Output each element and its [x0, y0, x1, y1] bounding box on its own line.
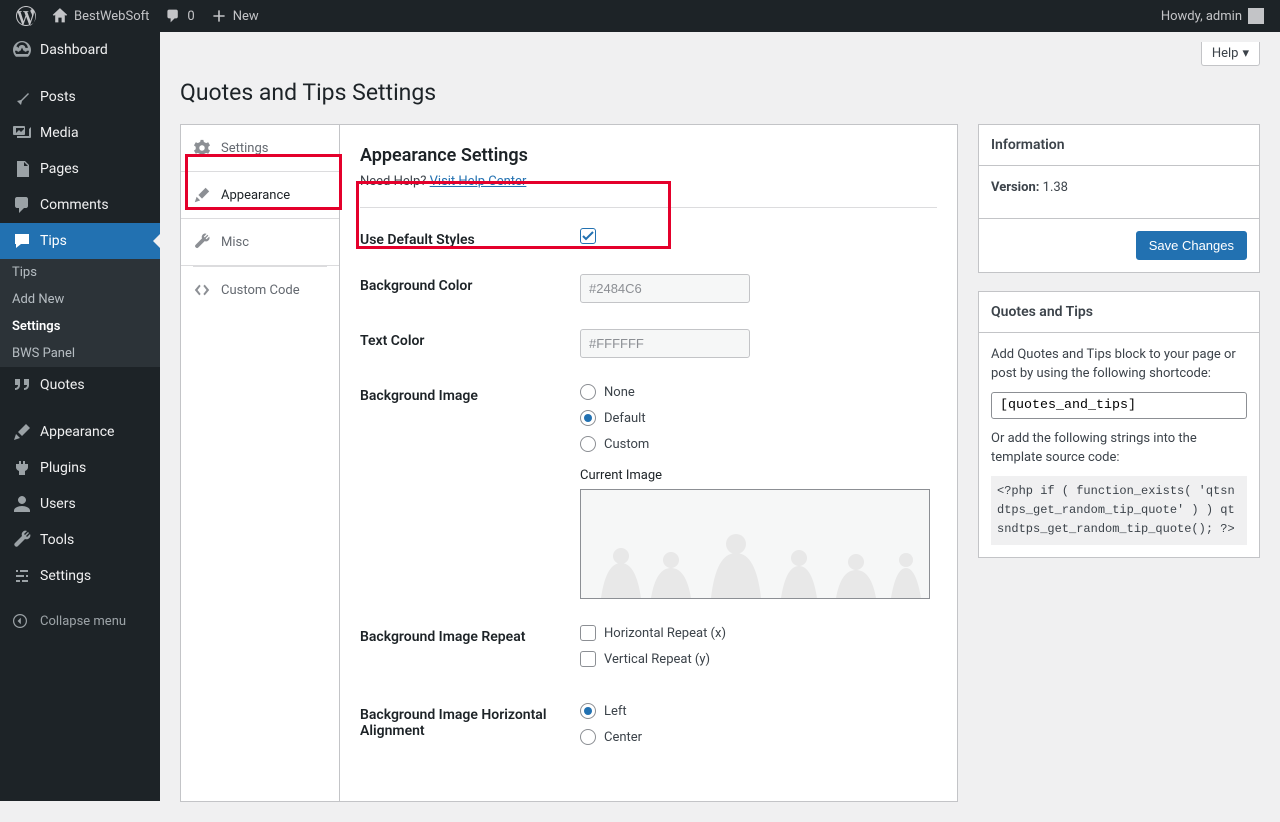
checkbox-repeat-h[interactable]: Horizontal Repeat (x) — [580, 625, 937, 641]
radio-bgimg-custom[interactable]: Custom — [580, 436, 937, 452]
new-content-link[interactable]: New — [203, 0, 267, 32]
need-help: Need Help? Visit Help Center — [360, 174, 937, 189]
dashboard-icon — [12, 40, 32, 60]
menu-tools[interactable]: Tools — [0, 522, 160, 558]
label-use-default-styles: Use Default Styles — [360, 228, 580, 248]
wp-logo[interactable] — [8, 0, 44, 32]
radio-bgimg-default[interactable]: Default — [580, 410, 937, 426]
submenu-settings[interactable]: Settings — [0, 313, 160, 340]
tab-misc[interactable]: Misc — [181, 219, 339, 266]
postbox-information: Information Version: 1.38 Save Changes — [978, 124, 1260, 273]
menu-settings[interactable]: Settings — [0, 558, 160, 594]
gear-icon — [193, 139, 211, 157]
collapse-icon — [12, 613, 32, 629]
php-code-block: <?php if ( function_exists( 'qtsndtps_ge… — [991, 476, 1247, 546]
wrench-icon — [12, 530, 32, 550]
plugin-icon — [12, 458, 32, 478]
chevron-down-icon: ▾ — [1242, 46, 1249, 61]
checkbox-repeat-v[interactable]: Vertical Repeat (y) — [580, 651, 937, 667]
new-label: New — [233, 9, 259, 24]
site-home-link[interactable]: BestWebSoft — [44, 0, 157, 32]
qt-intro: Add Quotes and Tips block to your page o… — [991, 345, 1247, 384]
menu-plugins[interactable]: Plugins — [0, 450, 160, 486]
submenu-add-new[interactable]: Add New — [0, 286, 160, 313]
postbox-qt-title: Quotes and Tips — [979, 292, 1259, 333]
pin-icon — [12, 87, 32, 107]
comment-icon — [12, 195, 32, 215]
howdy-text: Howdy, admin — [1161, 9, 1242, 24]
sliders-icon — [12, 566, 32, 586]
plus-icon — [211, 8, 227, 24]
avatar — [1248, 8, 1264, 24]
menu-quotes[interactable]: Quotes — [0, 367, 160, 403]
postbox-info-title: Information — [979, 125, 1259, 166]
site-name: BestWebSoft — [74, 9, 149, 24]
page-icon — [12, 159, 32, 179]
comment-icon — [165, 8, 181, 24]
tab-custom-code[interactable]: Custom Code — [181, 267, 339, 313]
menu-users[interactable]: Users — [0, 486, 160, 522]
submenu-bws-panel[interactable]: BWS Panel — [0, 340, 160, 367]
label-current-image: Current Image — [580, 468, 937, 483]
user-icon — [12, 494, 32, 514]
tips-icon — [12, 231, 32, 251]
shortcode-input[interactable] — [991, 392, 1247, 419]
menu-appearance[interactable]: Appearance — [0, 414, 160, 450]
submenu-tips: Tips Add New Settings BWS Panel — [0, 259, 160, 367]
input-text-color[interactable] — [580, 329, 750, 358]
label-text-color: Text Color — [360, 329, 580, 349]
checkbox-use-default-styles[interactable] — [580, 228, 596, 244]
submenu-tips-all[interactable]: Tips — [0, 259, 160, 286]
help-tab[interactable]: Help ▾ — [1201, 42, 1260, 66]
save-button[interactable]: Save Changes — [1136, 231, 1247, 260]
account-link[interactable]: Howdy, admin — [1153, 0, 1272, 32]
label-bg-repeat: Background Image Repeat — [360, 625, 580, 645]
qt-or-text: Or add the following strings into the te… — [991, 429, 1247, 468]
label-background-color: Background Color — [360, 274, 580, 294]
menu-comments[interactable]: Comments — [0, 187, 160, 223]
code-icon — [193, 281, 211, 299]
media-icon — [12, 123, 32, 143]
tab-appearance[interactable]: Appearance — [181, 172, 339, 219]
radio-bgimg-none[interactable]: None — [580, 384, 937, 400]
settings-tabs: Settings Appearance Misc Custom Code — [180, 124, 340, 802]
menu-pages[interactable]: Pages — [0, 151, 160, 187]
comments-link[interactable]: 0 — [157, 0, 202, 32]
comments-count: 0 — [187, 9, 194, 24]
image-preview — [580, 489, 930, 599]
check-icon — [582, 230, 594, 242]
brush-icon — [12, 422, 32, 442]
admin-sidebar: Dashboard Posts Media Pages Comments Tip… — [0, 32, 160, 801]
menu-dashboard[interactable]: Dashboard — [0, 32, 160, 68]
help-center-link[interactable]: Visit Help Center — [430, 174, 527, 189]
menu-posts[interactable]: Posts — [0, 79, 160, 115]
postbox-quotes-tips: Quotes and Tips Add Quotes and Tips bloc… — [978, 291, 1260, 559]
radio-align-left[interactable]: Left — [580, 703, 937, 719]
menu-tips[interactable]: Tips — [0, 223, 160, 259]
label-bg-align-h: Background Image Horizontal Alignment — [360, 703, 580, 739]
quote-icon — [12, 375, 32, 395]
home-icon — [52, 8, 68, 24]
collapse-menu[interactable]: Collapse menu — [0, 605, 160, 637]
tab-settings[interactable]: Settings — [181, 125, 339, 172]
settings-panel: Appearance Settings Need Help? Visit Hel… — [340, 124, 958, 802]
radio-align-center[interactable]: Center — [580, 729, 937, 745]
page-title: Quotes and Tips Settings — [180, 70, 1260, 110]
brush-icon — [193, 186, 211, 204]
section-title: Appearance Settings — [360, 145, 937, 166]
wrench-icon — [193, 233, 211, 251]
menu-media[interactable]: Media — [0, 115, 160, 151]
label-background-image: Background Image — [360, 384, 580, 404]
input-background-color[interactable] — [580, 274, 750, 303]
